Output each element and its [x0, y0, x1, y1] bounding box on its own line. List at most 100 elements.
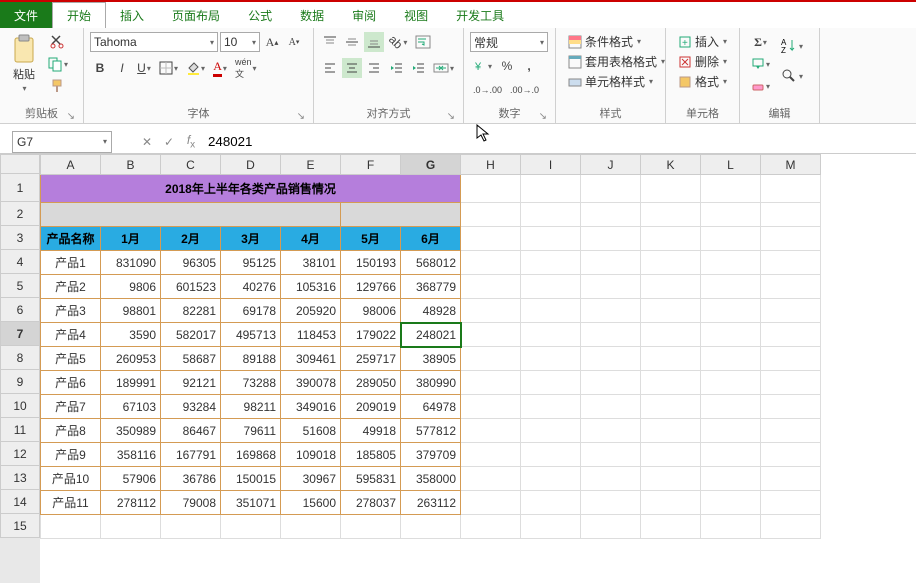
- tab-insert[interactable]: 插入: [106, 2, 158, 28]
- row-header[interactable]: 14: [0, 490, 40, 514]
- align-right-button[interactable]: [364, 58, 384, 78]
- cell[interactable]: 98801: [101, 299, 161, 323]
- cell[interactable]: 259717: [341, 347, 401, 371]
- cell[interactable]: 358000: [401, 467, 461, 491]
- percent-button[interactable]: %: [497, 56, 517, 76]
- cell[interactable]: [761, 203, 821, 227]
- col-header-F[interactable]: F: [341, 155, 401, 175]
- cell[interactable]: [521, 491, 581, 515]
- border-button[interactable]: ▾: [156, 58, 181, 78]
- cell[interactable]: 260953: [101, 347, 161, 371]
- cell[interactable]: [461, 299, 521, 323]
- cell[interactable]: [521, 395, 581, 419]
- cell[interactable]: [161, 515, 221, 539]
- cell[interactable]: 601523: [161, 275, 221, 299]
- cell[interactable]: [461, 371, 521, 395]
- fill-color-button[interactable]: ▾: [183, 58, 208, 78]
- cell[interactable]: [521, 323, 581, 347]
- col-header-M[interactable]: M: [761, 155, 821, 175]
- header-cell[interactable]: 6月: [401, 227, 461, 251]
- title-cell[interactable]: 2018年上半年各类产品销售情况: [41, 175, 461, 203]
- cell[interactable]: [581, 491, 641, 515]
- cell[interactable]: [581, 227, 641, 251]
- cell[interactable]: 30967: [281, 467, 341, 491]
- cell[interactable]: [761, 275, 821, 299]
- format-painter-button[interactable]: [44, 76, 71, 96]
- cell[interactable]: [701, 491, 761, 515]
- cell[interactable]: 595831: [341, 467, 401, 491]
- select-all-corner[interactable]: [0, 154, 40, 174]
- col-header-C[interactable]: C: [161, 155, 221, 175]
- col-header-B[interactable]: B: [101, 155, 161, 175]
- cell[interactable]: [461, 443, 521, 467]
- tab-file[interactable]: 文件: [0, 2, 52, 28]
- cell[interactable]: [761, 323, 821, 347]
- cell[interactable]: 351071: [221, 491, 281, 515]
- cell[interactable]: [761, 419, 821, 443]
- cell[interactable]: [701, 467, 761, 491]
- tab-page-layout[interactable]: 页面布局: [158, 2, 234, 28]
- cell[interactable]: 95125: [221, 251, 281, 275]
- cell[interactable]: 15600: [281, 491, 341, 515]
- cell[interactable]: 产品1: [41, 251, 101, 275]
- cell[interactable]: 9806: [101, 275, 161, 299]
- cell[interactable]: 289050: [341, 371, 401, 395]
- cell[interactable]: 248021: [401, 323, 461, 347]
- cell[interactable]: [461, 323, 521, 347]
- cell[interactable]: [641, 203, 701, 227]
- cell[interactable]: [701, 275, 761, 299]
- cell[interactable]: [341, 203, 461, 227]
- cell[interactable]: [761, 515, 821, 539]
- cell[interactable]: [761, 251, 821, 275]
- cell[interactable]: [461, 227, 521, 251]
- align-center-button[interactable]: [342, 58, 362, 78]
- cell[interactable]: [641, 515, 701, 539]
- insert-cells-button[interactable]: +插入▾: [674, 32, 731, 51]
- cell[interactable]: [581, 323, 641, 347]
- cell[interactable]: [581, 347, 641, 371]
- cell[interactable]: [701, 203, 761, 227]
- tab-formulas[interactable]: 公式: [234, 2, 286, 28]
- cell[interactable]: [521, 251, 581, 275]
- cell[interactable]: 86467: [161, 419, 221, 443]
- cell[interactable]: 79008: [161, 491, 221, 515]
- tab-review[interactable]: 审阅: [338, 2, 390, 28]
- cell[interactable]: [761, 395, 821, 419]
- cell[interactable]: [761, 347, 821, 371]
- row-header[interactable]: 15: [0, 514, 40, 538]
- header-cell[interactable]: 3月: [221, 227, 281, 251]
- row-header[interactable]: 11: [0, 418, 40, 442]
- number-format-combo[interactable]: 常规▾: [470, 32, 548, 52]
- col-header-D[interactable]: D: [221, 155, 281, 175]
- align-bottom-button[interactable]: [364, 32, 384, 52]
- cell[interactable]: 495713: [221, 323, 281, 347]
- cell[interactable]: 309461: [281, 347, 341, 371]
- cell[interactable]: [641, 347, 701, 371]
- cell[interactable]: [641, 299, 701, 323]
- cell[interactable]: [221, 515, 281, 539]
- row-header[interactable]: 9: [0, 370, 40, 394]
- cell[interactable]: [701, 175, 761, 203]
- tab-developer[interactable]: 开发工具: [442, 2, 518, 28]
- cell[interactable]: 577812: [401, 419, 461, 443]
- cell[interactable]: [41, 515, 101, 539]
- italic-button[interactable]: I: [112, 58, 132, 78]
- cell[interactable]: 118453: [281, 323, 341, 347]
- cell[interactable]: [581, 443, 641, 467]
- cell[interactable]: [521, 227, 581, 251]
- cell[interactable]: [701, 227, 761, 251]
- cell[interactable]: 263112: [401, 491, 461, 515]
- formula-input[interactable]: [202, 131, 916, 153]
- number-launcher[interactable]: ↘: [539, 111, 547, 122]
- autosum-button[interactable]: Σ▾: [748, 32, 773, 52]
- cell[interactable]: [521, 419, 581, 443]
- align-middle-button[interactable]: [342, 32, 362, 52]
- cell[interactable]: 205920: [281, 299, 341, 323]
- cell[interactable]: [581, 419, 641, 443]
- cell[interactable]: 582017: [161, 323, 221, 347]
- clipboard-launcher[interactable]: ↘: [67, 111, 75, 122]
- cell[interactable]: 3590: [101, 323, 161, 347]
- cell[interactable]: 189991: [101, 371, 161, 395]
- cell[interactable]: 368779: [401, 275, 461, 299]
- row-header[interactable]: 5: [0, 274, 40, 298]
